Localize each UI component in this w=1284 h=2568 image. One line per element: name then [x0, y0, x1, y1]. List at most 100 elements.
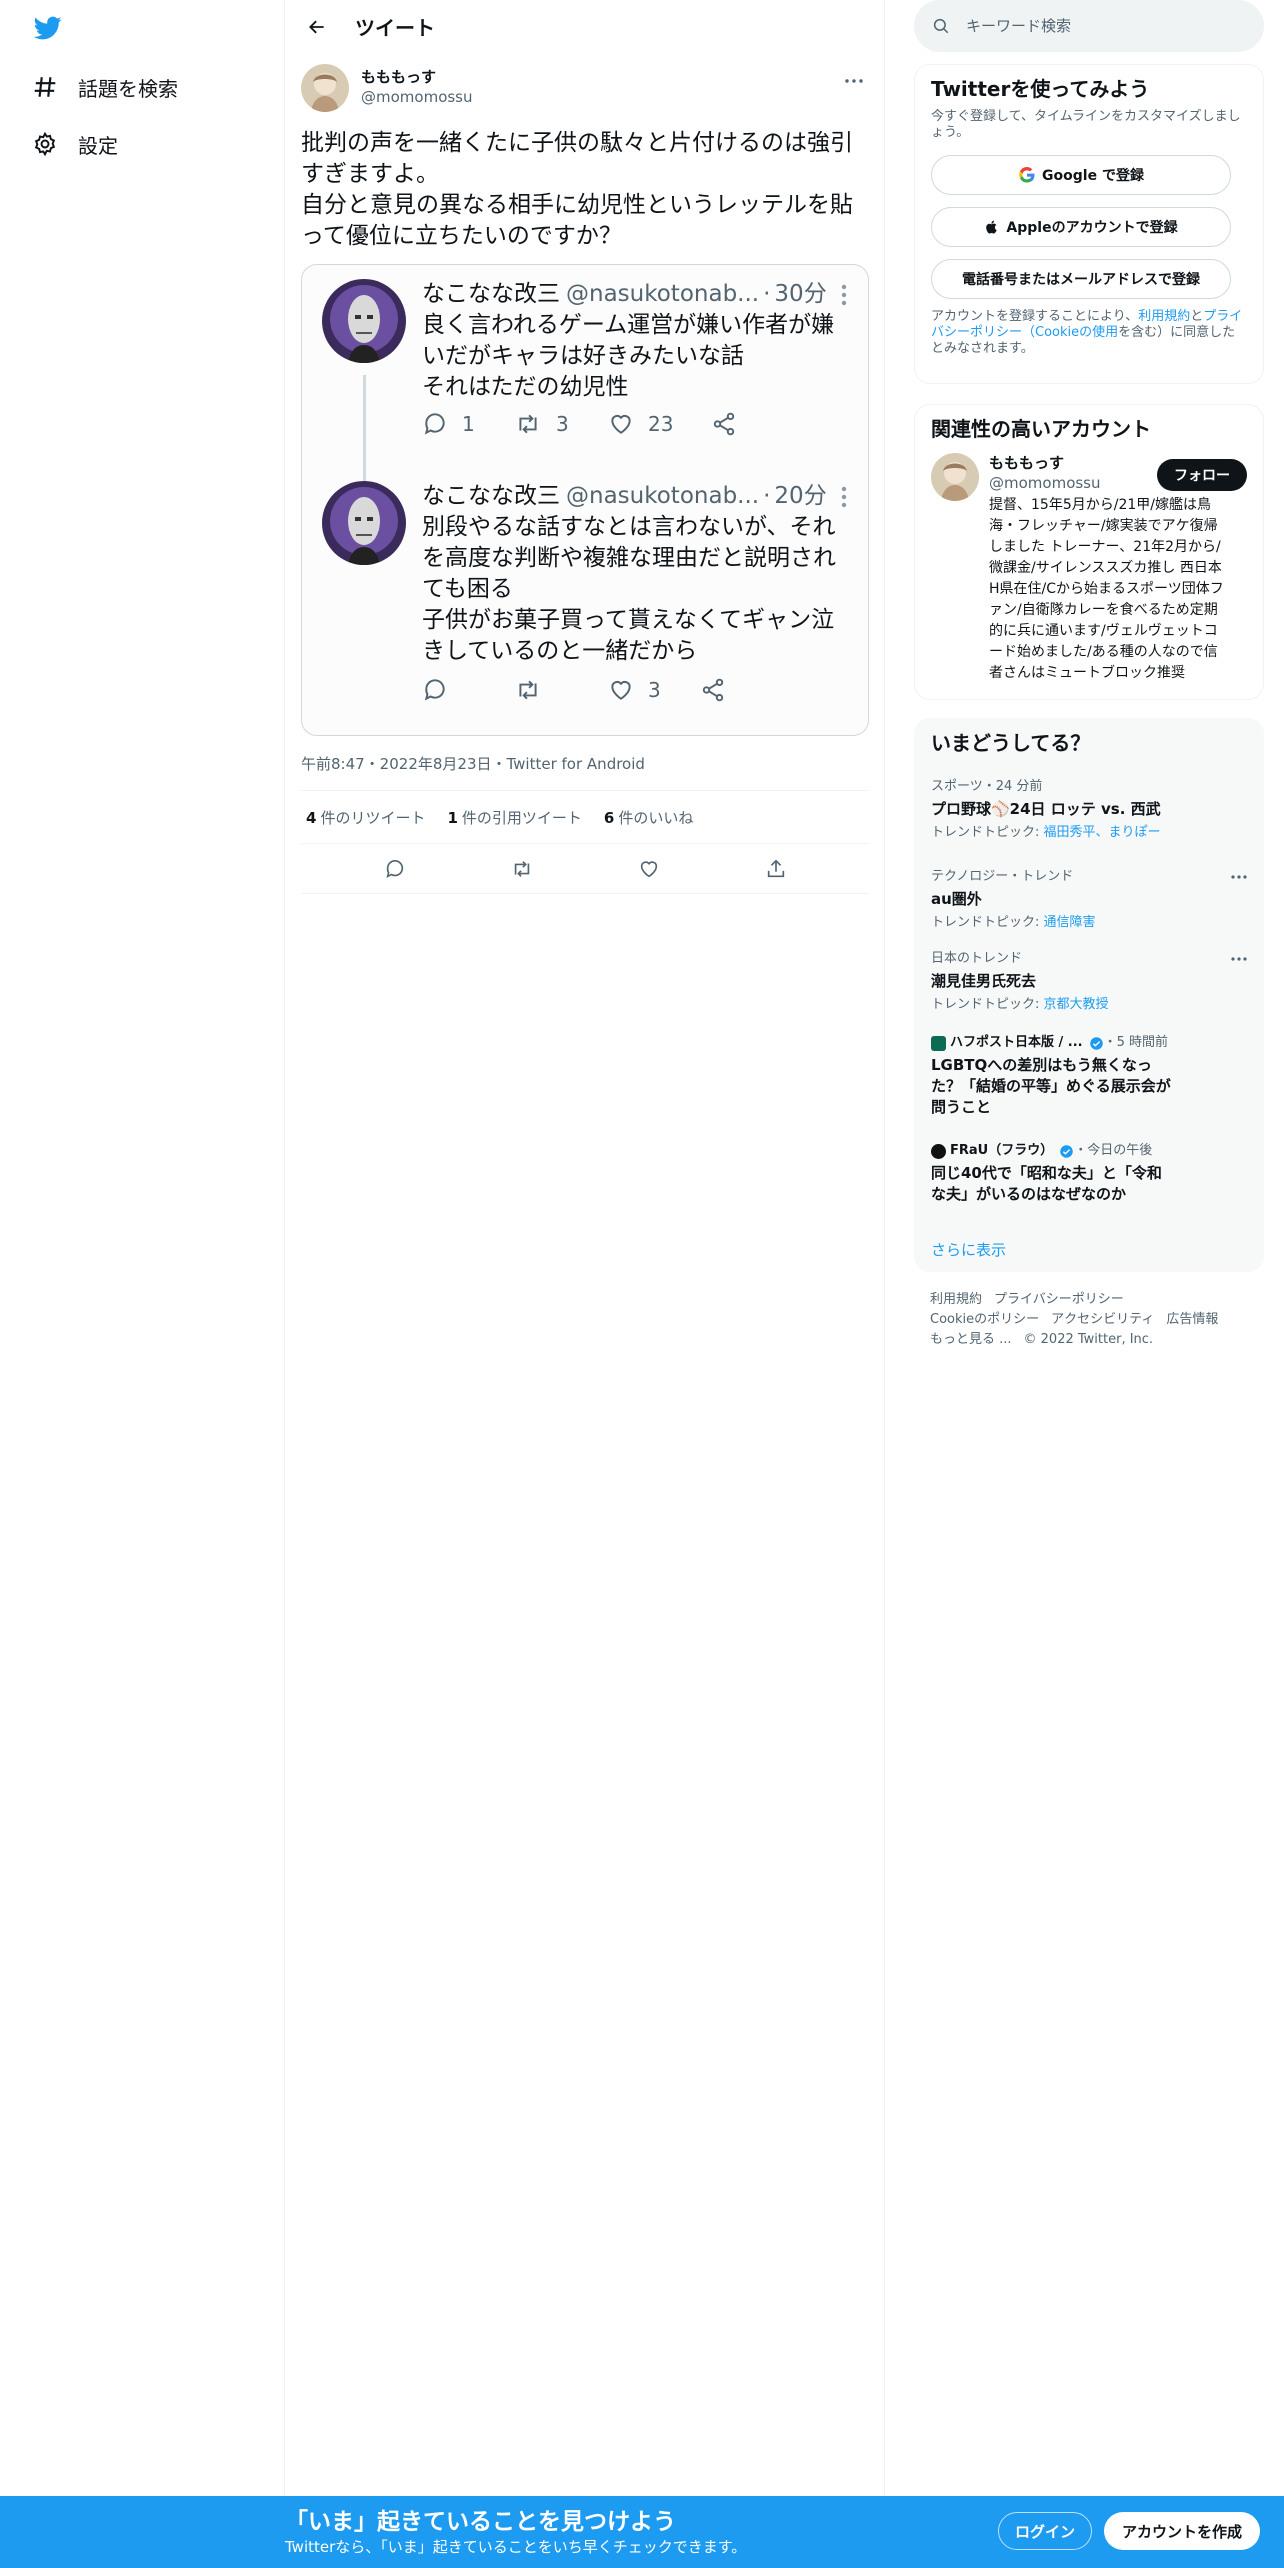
more-options-button[interactable]	[839, 66, 869, 96]
retweets-stat-label: 件のリツイート	[320, 808, 426, 827]
nav-item-settings[interactable]: 設定	[32, 124, 118, 164]
share-icon	[714, 412, 735, 436]
news-title: 同じ40代で「昭和な夫」と「令和な夫」がいるのはなぜなのか	[931, 1164, 1162, 1203]
heart-icon	[611, 680, 631, 700]
quoted-author-handle[interactable]: @nasukotonab...	[566, 481, 759, 511]
legal-and: と	[1190, 309, 1204, 324]
terms-link[interactable]: 利用規約	[1138, 309, 1190, 324]
trend-name: 潮見佳男氏死去	[931, 972, 1037, 990]
reply-button[interactable]	[422, 677, 476, 703]
footer-link[interactable]: 広告情報	[1166, 1312, 1218, 1327]
trend-topic-label: トレンドトピック:	[931, 915, 1044, 930]
tweet-stats: 4 件のリツイート 1 件の引用ツイート 6 件のいいね	[301, 790, 869, 844]
author-handle[interactable]: @momomossu	[361, 87, 473, 107]
kebab-menu-icon[interactable]	[834, 283, 854, 307]
trend-topic-link[interactable]: 京都大教授	[1044, 997, 1109, 1012]
like-button[interactable]: 3	[608, 677, 662, 703]
retweets-stat-count: 4	[306, 808, 317, 827]
news-time: ・今日の午後	[1074, 1143, 1153, 1158]
trend-item[interactable]: スポーツ・24 分前 プロ野球⚾24日 ロッテ vs. 西武 トレンドトピック:…	[931, 779, 1249, 841]
news-item[interactable]: ハフポスト日本版 / ... ・5 時間前 LGBTQへの差別はもう無くなった？…	[931, 1035, 1249, 1118]
quoted-author-name[interactable]: なこなな改三	[422, 481, 560, 511]
like-button[interactable]: 23	[608, 411, 673, 437]
create-account-button[interactable]: アカウントを作成	[1104, 2512, 1260, 2550]
upload-icon	[767, 859, 784, 877]
apple-signup-label: Appleのアカウントで登録	[1006, 220, 1178, 236]
share-button[interactable]	[700, 677, 726, 703]
google-icon	[1019, 166, 1035, 183]
kebab-menu-icon[interactable]	[834, 485, 854, 509]
footer-link[interactable]: 利用規約	[930, 1292, 982, 1307]
google-signup-button[interactable]: Google で登録	[931, 155, 1231, 195]
retweet-button[interactable]	[514, 677, 570, 703]
footer-link[interactable]: プライバシーポリシー	[994, 1292, 1124, 1307]
footer-links: 利用規約 プライバシーポリシー Cookieのポリシー アクセシビリティ 広告情報 も…	[930, 1290, 1260, 1350]
phone-email-signup-label: 電話番号またはメールアドレスで登録	[962, 272, 1200, 288]
relevant-accounts-title: 関連性の高いアカウント	[931, 417, 1151, 441]
quoted-actions: 3	[422, 677, 764, 703]
main-column: ツイート もももっす @momomossu 批判の声を一緒くたに子供の駄々と片付…	[285, 0, 885, 2568]
login-button[interactable]: ログイン	[998, 2512, 1092, 2550]
retweet-button[interactable]	[502, 849, 542, 889]
like-button[interactable]	[629, 849, 669, 889]
quoted-time[interactable]: 30分	[774, 279, 826, 309]
quotes-stat-count: 1	[447, 808, 458, 827]
author-name[interactable]: もももっす	[361, 68, 473, 87]
twitter-logo-icon[interactable]	[32, 14, 64, 46]
reply-count: 1	[462, 412, 475, 436]
retweet-count: 3	[556, 412, 569, 436]
ellipsis-icon[interactable]	[1229, 869, 1249, 885]
reply-button[interactable]: 1	[422, 411, 476, 437]
likes-stat[interactable]: 6 件のいいね	[604, 807, 693, 828]
search-input[interactable]	[966, 17, 1226, 35]
verified-badge-icon	[1060, 1144, 1073, 1158]
left-nav: 話題を検索 設定	[0, 0, 285, 2568]
page-title: ツイート	[355, 16, 435, 40]
tweet-text: 批判の声を一緒くたに子供の駄々と片付けるのは強引すぎますよ。 自分と意見の異なる…	[301, 130, 853, 249]
avatar[interactable]	[322, 279, 406, 363]
footer-link[interactable]: Cookieのポリシー	[930, 1312, 1039, 1327]
retweets-stat[interactable]: 4 件のリツイート	[306, 807, 425, 828]
signup-card-title: Twitterを使ってみよう	[931, 77, 1150, 101]
trend-item[interactable]: テクノロジー・トレンド au圏外 トレンドトピック: 通信障害	[931, 869, 1249, 931]
account-row[interactable]: もももっす @momomossu 提督、15年5月から/21甲/嫁艦は鳥海・フレ…	[931, 453, 1247, 684]
quoted-author-name[interactable]: なこなな改三	[422, 279, 560, 309]
trend-topic-label: トレンドトピック:	[931, 825, 1044, 840]
phone-email-signup-button[interactable]: 電話番号またはメールアドレスで登録	[931, 259, 1231, 299]
follow-button[interactable]: フォロー	[1157, 459, 1247, 491]
news-title: LGBTQへの差別はもう無くなった？「結婚の平等」めぐる展示会が問うこと	[931, 1056, 1171, 1116]
trend-topic-link[interactable]: 通信障害	[1044, 915, 1096, 930]
quotes-stat[interactable]: 1 件の引用ツイート	[447, 807, 581, 828]
account-bio: 提督、15年5月から/21甲/嫁艦は鳥海・フレッチャー/嫁実装でアケ復帰しました…	[989, 497, 1224, 681]
share-button[interactable]	[756, 849, 796, 889]
thread-line	[363, 375, 366, 485]
trend-topic-link[interactable]: 福田秀平、まりぽー	[1044, 825, 1161, 840]
trend-item[interactable]: 日本のトレンド 潮見佳男氏死去 トレンドトピック: 京都大教授	[931, 951, 1249, 1013]
ellipsis-icon	[845, 79, 863, 83]
hashtag-icon	[32, 74, 58, 100]
search-icon	[933, 18, 949, 34]
quoted-thread[interactable]: なこなな改三 @nasukotonab... · 30分 良く言われるゲーム運営…	[301, 264, 869, 736]
ellipsis-icon[interactable]	[1229, 951, 1249, 967]
footer-link[interactable]: アクセシビリティ	[1051, 1312, 1154, 1327]
footer-link[interactable]: もっと見る ...	[930, 1332, 1012, 1347]
news-item[interactable]: FRaU（フラウ） ・今日の午後 同じ40代で「昭和な夫」と「令和な夫」がいるの…	[931, 1143, 1249, 1205]
trend-topic: トレンドトピック: 京都大教授	[931, 997, 1249, 1013]
apple-signup-button[interactable]: Appleのアカウントで登録	[931, 207, 1231, 247]
avatar[interactable]	[931, 453, 979, 501]
nav-item-explore[interactable]: 話題を検索	[32, 67, 178, 107]
avatar[interactable]	[301, 64, 349, 112]
show-more-link[interactable]: さらに表示	[931, 1239, 1006, 1260]
quoted-author-handle[interactable]: @nasukotonab...	[566, 279, 759, 309]
trend-topic-label: トレンドトピック:	[931, 997, 1044, 1012]
quoted-time[interactable]: 20分	[774, 481, 826, 511]
reply-button[interactable]	[375, 849, 415, 889]
tweet-timestamp[interactable]: 午前8:47・2022年8月23日・Twitter for Android	[301, 754, 869, 774]
back-button[interactable]	[299, 9, 335, 45]
avatar[interactable]	[322, 481, 406, 565]
page-header: ツイート	[285, 0, 885, 53]
share-button[interactable]	[711, 411, 737, 437]
search-box[interactable]	[914, 0, 1264, 52]
retweet-button[interactable]: 3	[514, 411, 570, 437]
verified-badge-icon	[1089, 1036, 1103, 1050]
